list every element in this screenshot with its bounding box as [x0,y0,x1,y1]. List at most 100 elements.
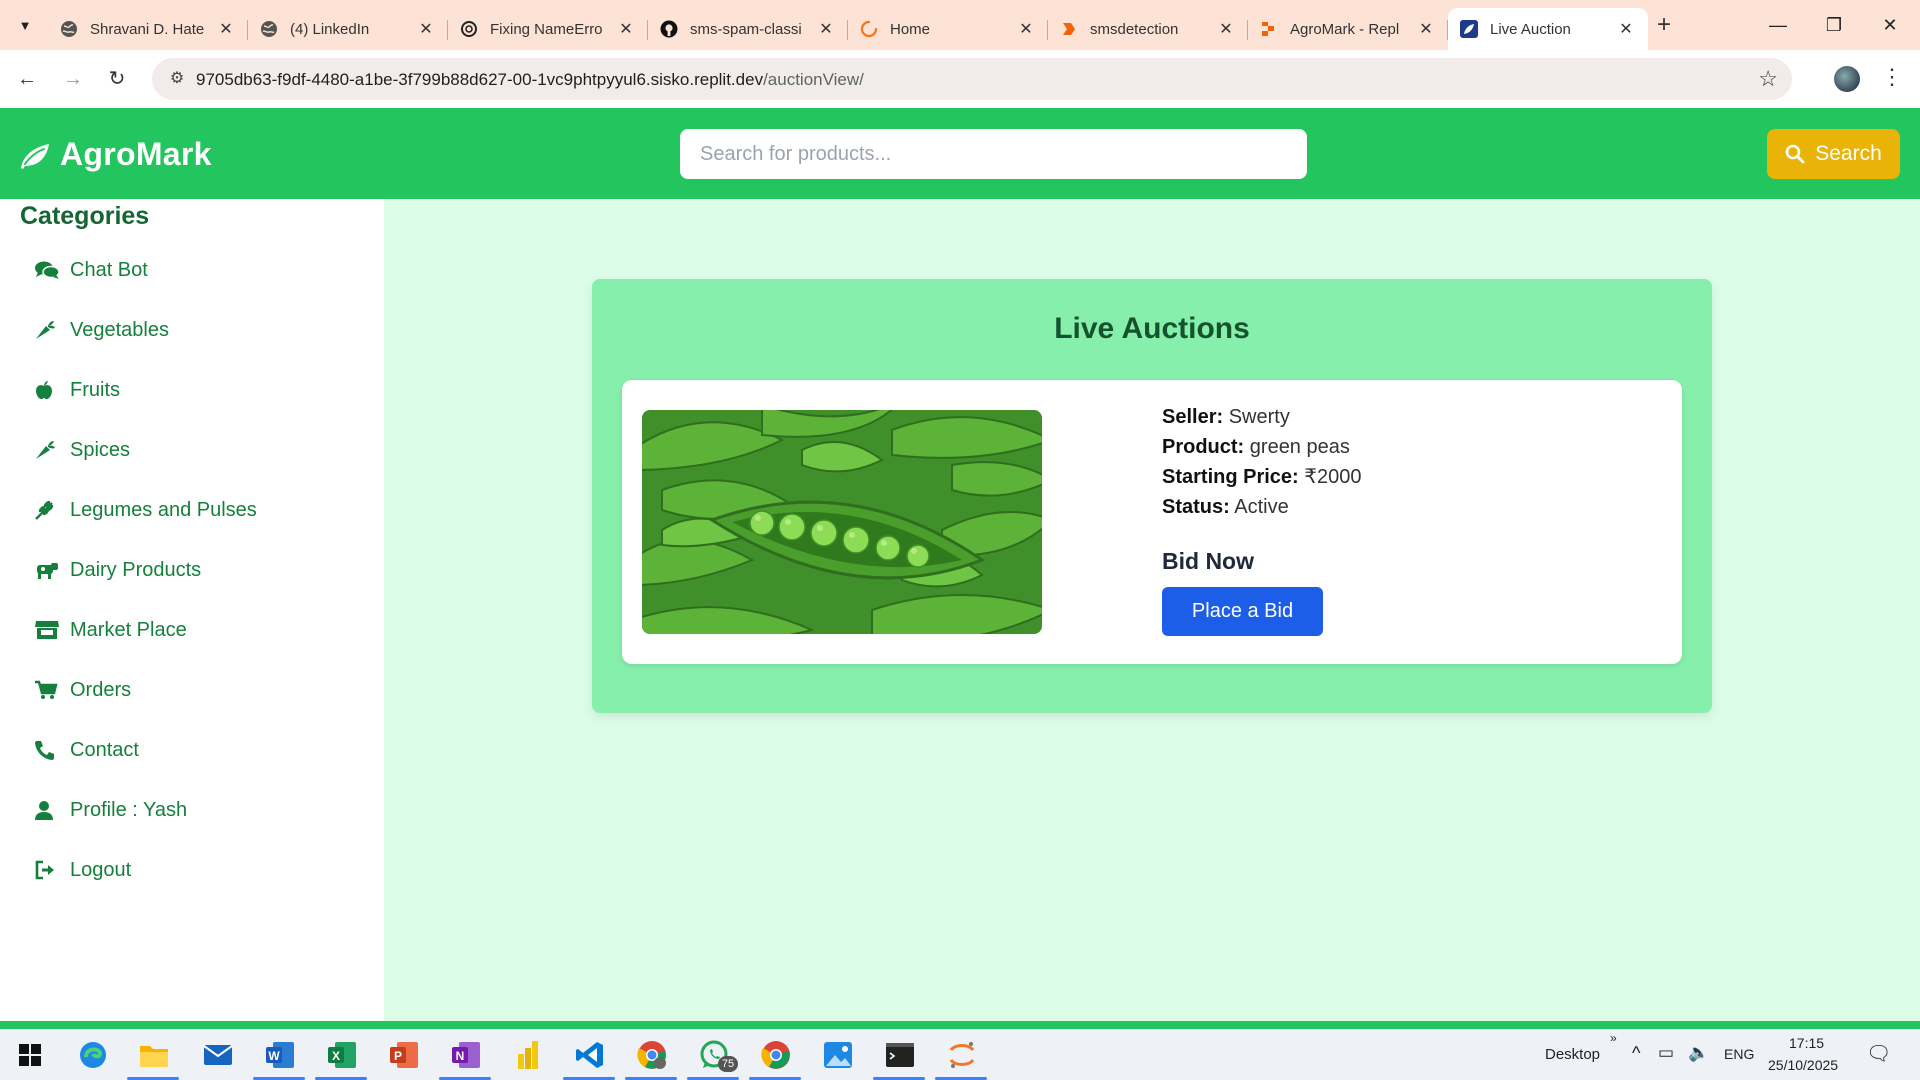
whatsapp-badge: 75 [718,1056,738,1072]
sidebar-item-logout[interactable]: Logout [34,855,257,915]
address-bar-row: ← → ↻ ⚙ 9705db63-f9df-4480-a1be-3f799b88… [0,50,1920,108]
price-label: Starting Price: [1162,466,1299,488]
search-input[interactable] [680,129,1307,179]
user-icon [34,799,62,821]
windows-start-icon[interactable] [12,1037,48,1073]
forward-icon[interactable]: → [56,62,90,96]
close-icon[interactable]: ✕ [1016,19,1036,39]
svg-text:W: W [268,1049,280,1063]
reload-icon[interactable]: ↻ [100,62,134,96]
close-icon[interactable]: ✕ [216,19,236,39]
svg-text:P: P [394,1049,402,1063]
chrome-icon[interactable] [758,1037,794,1073]
tab[interactable]: Home ✕ [848,8,1048,50]
status-value: Active [1234,496,1289,518]
tab[interactable]: smsdetection ✕ [1048,8,1248,50]
product-row: Product: green peas [1162,432,1361,462]
comments-icon [34,259,62,281]
url-host: 9705db63-f9df-4480-a1be-3f799b88d627-00-… [196,70,764,89]
address-bar[interactable]: ⚙ 9705db63-f9df-4480-a1be-3f799b88d627-0… [152,58,1792,100]
close-icon[interactable]: ✕ [816,19,836,39]
sidebar-item-market-place[interactable]: Market Place [34,615,257,675]
close-window-icon[interactable]: ✕ [1862,8,1918,42]
price-row: Starting Price: ₹2000 [1162,462,1361,492]
file-explorer-icon[interactable] [136,1037,172,1073]
url-text[interactable]: 9705db63-f9df-4480-a1be-3f799b88d627-00-… [196,70,864,90]
bookmark-star-icon[interactable]: ☆ [1758,66,1778,92]
clock-date[interactable]: 25/10/2025 [1768,1057,1838,1073]
sidebar-item-vegetables[interactable]: Vegetables [34,315,257,375]
language-indicator[interactable]: ENG [1724,1046,1754,1062]
clock-time[interactable]: 17:15 [1789,1035,1824,1051]
close-icon[interactable]: ✕ [1416,19,1436,39]
close-icon[interactable]: ✕ [416,19,436,39]
tab[interactable]: Shravani D. Hate ✕ [48,8,248,50]
word-icon[interactable]: W [262,1037,298,1073]
sidebar-item-spices[interactable]: Spices [34,435,257,495]
search-button-label: Search [1815,142,1882,165]
site-info-icon[interactable]: ⚙ [166,68,188,90]
show-hidden-icons-icon[interactable]: ^ [1632,1043,1640,1064]
close-icon[interactable]: ✕ [616,19,636,39]
tab[interactable]: sms-spam-classi ✕ [648,8,848,50]
tab[interactable]: (4) LinkedIn ✕ [248,8,448,50]
tab[interactable]: AgroMark - Repl ✕ [1248,8,1448,50]
onenote-icon[interactable]: N [448,1037,484,1073]
minimize-icon[interactable]: — [1750,8,1806,42]
sidebar-item-dairy[interactable]: Dairy Products [34,555,257,615]
search-button[interactable]: Search [1767,129,1900,179]
desktop-label[interactable]: Desktop [1545,1046,1600,1063]
logout-icon [34,859,62,881]
battery-icon[interactable]: ▭ [1658,1043,1674,1063]
openai-icon [460,20,478,38]
restore-icon[interactable]: ❐ [1806,8,1862,42]
sidebar-item-contact[interactable]: Contact [34,735,257,795]
chrome-profile-icon[interactable] [634,1037,670,1073]
edge-icon[interactable] [75,1037,111,1073]
main-content: Live Auctions Seller: Swerty Product: gr… [384,199,1920,1021]
sidebar-item-label: Logout [70,859,132,881]
notification-icon[interactable]: 🗨 [1866,1041,1891,1066]
tab-search-icon[interactable]: ▼ [8,8,42,42]
auction-card: Seller: Swerty Product: green peas Start… [622,380,1682,664]
terminal-icon[interactable] [882,1037,918,1073]
url-path: /auctionView/ [763,70,864,89]
categories-title: Categories [20,202,150,230]
sidebar-item-orders[interactable]: Orders [34,675,257,735]
close-icon[interactable]: ✕ [1616,19,1636,39]
menu-kebab-icon[interactable]: ⋮ [1880,64,1904,94]
svg-text:N: N [456,1049,465,1063]
vscode-icon[interactable] [572,1037,608,1073]
close-icon[interactable]: ✕ [1216,19,1236,39]
excel-icon[interactable]: X [324,1037,360,1073]
sidebar: Categories Chat Bot Vegetables Fruits Sp… [0,199,384,1021]
sidebar-item-chat-bot[interactable]: Chat Bot [34,255,257,315]
mail-icon[interactable] [200,1037,236,1073]
cart-icon [34,679,62,701]
tab-title: (4) LinkedIn [290,20,370,38]
tab[interactable]: Fixing NameErro ✕ [448,8,648,50]
tab-active[interactable]: Live Auction ✕ [1448,8,1648,50]
overflow-chevron-icon[interactable]: » [1610,1031,1617,1045]
sidebar-item-fruits[interactable]: Fruits [34,375,257,435]
power-bi-icon[interactable] [510,1037,546,1073]
powerpoint-icon[interactable]: P [386,1037,422,1073]
volume-icon[interactable]: 🔈 [1688,1043,1709,1063]
globe-icon [60,20,78,38]
jupyter-icon[interactable] [944,1037,980,1073]
photos-icon[interactable] [820,1037,856,1073]
profile-avatar[interactable] [1834,66,1860,92]
sidebar-item-label: Legumes and Pulses [70,499,257,521]
sidebar-item-profile[interactable]: Profile : Yash [34,795,257,855]
search-icon [1785,144,1805,164]
seller-row: Seller: Swerty [1162,402,1361,432]
back-icon[interactable]: ← [10,62,44,96]
place-bid-button[interactable]: Place a Bid [1162,587,1323,636]
tab-title: sms-spam-classi [690,20,802,38]
brand-logo[interactable]: AgroMark [18,136,212,173]
new-tab-button[interactable]: + [1650,12,1678,40]
page-title: Live Auctions [1054,312,1250,345]
leaf-icon [21,143,49,169]
leaf-icon [1460,20,1478,38]
sidebar-item-legumes[interactable]: Legumes and Pulses [34,495,257,555]
